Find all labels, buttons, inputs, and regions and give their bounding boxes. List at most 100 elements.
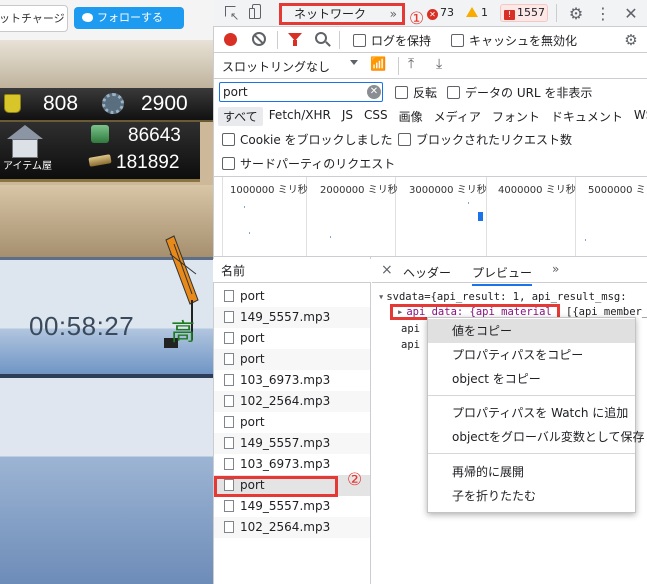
preview-line[interactable]: api bbox=[401, 323, 420, 335]
clear-filter-icon[interactable]: ✕ bbox=[367, 85, 381, 99]
timeline-selected-request bbox=[478, 212, 483, 221]
type-filter-img[interactable]: 画像 bbox=[394, 107, 428, 126]
chevron-down-icon[interactable] bbox=[350, 60, 358, 65]
network-settings-icon[interactable]: ⚙ bbox=[622, 31, 640, 49]
twitter-follow-button[interactable]: フォローする bbox=[74, 7, 184, 29]
export-har-icon[interactable]: ⤓ bbox=[436, 56, 442, 72]
toolbar-divider bbox=[339, 31, 340, 49]
menu-separator bbox=[428, 453, 635, 454]
timeline-label: 1000000 ミリ秒 bbox=[230, 185, 308, 196]
item-shop-icon[interactable] bbox=[7, 125, 43, 159]
request-row[interactable]: 149_5557.mp3 bbox=[214, 433, 370, 454]
preserve-log-checkbox[interactable]: ログを保持 bbox=[353, 32, 431, 49]
file-icon bbox=[224, 374, 234, 386]
checkbox-box[interactable] bbox=[395, 86, 408, 99]
invert-checkbox[interactable]: 反転 bbox=[395, 84, 437, 101]
callout-box-2 bbox=[214, 476, 338, 497]
search-icon[interactable] bbox=[315, 32, 327, 44]
type-filter-doc[interactable]: ドキュメント bbox=[546, 107, 628, 126]
request-row[interactable]: 102_2564.mp3 bbox=[214, 517, 370, 538]
preview-root-line[interactable]: ▾ svdata={api_result: 1, api_result_msg: bbox=[378, 291, 627, 303]
request-row[interactable]: port bbox=[214, 349, 370, 370]
request-name: 149_5557.mp3 bbox=[240, 436, 331, 450]
tab-network[interactable]: ネットワーク » bbox=[279, 3, 405, 25]
close-devtools-icon[interactable]: ✕ bbox=[622, 3, 640, 23]
checkbox-box[interactable] bbox=[222, 157, 235, 170]
blocked-cookies-checkbox[interactable]: Cookie をブロックしました bbox=[222, 131, 393, 148]
type-filter-js[interactable]: JS bbox=[337, 107, 358, 126]
bauxite-count: 181892 bbox=[116, 152, 180, 173]
menu-copy-object[interactable]: object をコピー bbox=[428, 367, 635, 391]
steel-count: 86643 bbox=[128, 125, 181, 146]
inspect-element-icon[interactable]: ↖ bbox=[223, 4, 241, 23]
ammo-icon bbox=[102, 93, 124, 114]
timer-suffix: 高 bbox=[171, 318, 195, 346]
tabbar-divider bbox=[556, 4, 557, 22]
request-row[interactable]: port bbox=[214, 412, 370, 433]
request-row[interactable]: port bbox=[214, 286, 370, 307]
hide-data-urls-checkbox[interactable]: データの URL を非表示 bbox=[447, 84, 592, 101]
checkbox-box[interactable] bbox=[447, 86, 460, 99]
checkbox-box[interactable] bbox=[451, 34, 464, 47]
request-row[interactable]: 103_6973.mp3 bbox=[214, 370, 370, 391]
column-header-name[interactable]: 名前 bbox=[213, 259, 371, 283]
type-filter-all[interactable]: すべて bbox=[218, 107, 263, 126]
menu-add-to-watch[interactable]: プロパティパスを Watch に追加 bbox=[428, 401, 635, 425]
menu-store-as-global[interactable]: objectをグローバル変数として保存 bbox=[428, 425, 645, 449]
charge-button[interactable]: ットチャージ bbox=[0, 5, 68, 32]
file-icon bbox=[224, 437, 234, 449]
network-conditions-icon[interactable]: 📶 bbox=[370, 57, 388, 73]
issues-badge[interactable]: ! 1557 bbox=[500, 4, 548, 22]
more-detail-tabs-icon[interactable]: » bbox=[552, 262, 559, 276]
warning-count: 1 bbox=[481, 6, 488, 19]
callout-1: ① bbox=[409, 9, 425, 29]
hide-data-urls-label: データの URL を非表示 bbox=[465, 86, 593, 100]
filter-input[interactable]: port bbox=[219, 82, 383, 102]
warning-count-badge[interactable]: 1 bbox=[466, 5, 488, 21]
timeline-label: 4000000 ミリ秒 bbox=[498, 185, 576, 196]
checkbox-box[interactable] bbox=[353, 34, 366, 47]
timeline-request-mark bbox=[330, 236, 331, 238]
more-tabs-icon[interactable]: » bbox=[390, 6, 397, 22]
menu-expand-recursively[interactable]: 再帰的に展開 bbox=[428, 460, 635, 484]
clear-icon[interactable] bbox=[252, 32, 266, 46]
timeline-gridline bbox=[222, 177, 223, 256]
filter-icon[interactable] bbox=[288, 33, 302, 46]
blocked-requests-checkbox[interactable]: ブロックされたリクエスト数 bbox=[398, 131, 572, 148]
preserve-log-label: ログを保持 bbox=[371, 34, 432, 48]
blocked-requests-label: ブロックされたリクエスト数 bbox=[416, 133, 573, 147]
disable-cache-checkbox[interactable]: キャッシュを無効化 bbox=[451, 32, 577, 49]
request-name: port bbox=[240, 352, 265, 366]
throttle-select[interactable]: スロットリングなし bbox=[222, 58, 330, 75]
repair-timer: 00:58:27 bbox=[29, 311, 135, 341]
checkbox-box[interactable] bbox=[222, 133, 235, 146]
request-row[interactable]: 149_5557.mp3 bbox=[214, 496, 370, 517]
type-filter-fetch-xhr[interactable]: Fetch/XHR bbox=[264, 107, 336, 126]
request-name: 103_6973.mp3 bbox=[240, 373, 331, 387]
tab-preview[interactable]: プレビュー bbox=[472, 264, 533, 286]
menu-copy-property-path[interactable]: プロパティパスをコピー bbox=[428, 343, 635, 367]
close-detail-icon[interactable]: × bbox=[381, 262, 393, 278]
type-filter-media[interactable]: メディア bbox=[429, 107, 486, 126]
error-count-badge[interactable]: ✕ 73 bbox=[427, 5, 454, 21]
preview-line[interactable]: api bbox=[401, 339, 420, 351]
record-icon[interactable] bbox=[224, 33, 237, 46]
file-icon bbox=[224, 521, 234, 533]
type-filter-ws[interactable]: WS bbox=[629, 107, 647, 126]
type-filter-font[interactable]: フォント bbox=[487, 107, 545, 126]
request-row[interactable]: 102_2564.mp3 bbox=[214, 391, 370, 412]
dock-slot-2[interactable] bbox=[0, 378, 213, 584]
request-row[interactable]: 149_5557.mp3 bbox=[214, 307, 370, 328]
menu-copy-value[interactable]: 値をコピー bbox=[428, 319, 635, 343]
settings-gear-icon[interactable]: ⚙ bbox=[566, 3, 586, 23]
request-row[interactable]: port bbox=[214, 328, 370, 349]
third-party-checkbox[interactable]: サードパーティのリクエスト bbox=[222, 155, 395, 172]
tab-headers[interactable]: ヘッダー bbox=[403, 264, 451, 281]
import-har-icon[interactable]: ⤒ bbox=[408, 56, 414, 72]
kebab-menu-icon[interactable]: ⋮ bbox=[595, 3, 611, 23]
resource-type-filters: すべて Fetch/XHR JS CSS 画像 メディア フォント ドキュメント… bbox=[218, 107, 647, 126]
type-filter-css[interactable]: CSS bbox=[359, 107, 393, 126]
device-toolbar-icon[interactable] bbox=[249, 3, 265, 22]
checkbox-box[interactable] bbox=[398, 133, 411, 146]
menu-collapse-children[interactable]: 子を折りたたむ bbox=[428, 484, 635, 508]
